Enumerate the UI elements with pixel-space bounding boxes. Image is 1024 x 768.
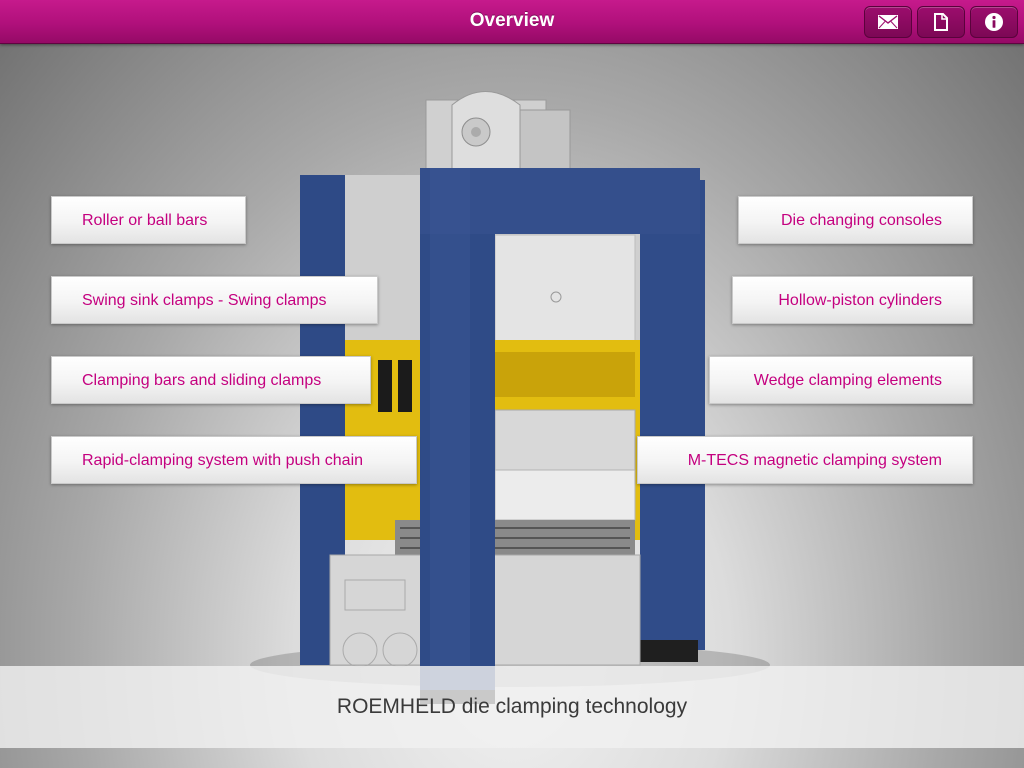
option-die-changing-consoles[interactable]: Die changing consoles (738, 196, 973, 244)
option-m-tecs-magnetic-clamping[interactable]: M-TECS magnetic clamping system (637, 436, 973, 484)
document-button[interactable] (917, 6, 965, 38)
info-icon (985, 13, 1003, 31)
option-hollow-piston-cylinders[interactable]: Hollow-piston cylinders (732, 276, 973, 324)
mail-button[interactable] (864, 6, 912, 38)
mail-icon (878, 15, 898, 29)
option-roller-or-ball-bars[interactable]: Roller or ball bars (51, 196, 246, 244)
option-swing-sink-clamps[interactable]: Swing sink clamps - Swing clamps (51, 276, 378, 324)
option-wedge-clamping-elements[interactable]: Wedge clamping elements (709, 356, 973, 404)
option-clamping-bars[interactable]: Clamping bars and sliding clamps (51, 356, 371, 404)
caption-text: ROEMHELD die clamping technology (336, 695, 688, 718)
document-icon (934, 13, 948, 31)
info-button[interactable] (970, 6, 1018, 38)
caption-bar: ROEMHELD die clamping technology (0, 666, 1024, 748)
top-navigation-bar: Overview (0, 0, 1024, 44)
option-rapid-clamping-system[interactable]: Rapid-clamping system with push chain (51, 436, 417, 484)
app-screen: Overview Roller or ball bars Swing sink … (0, 0, 1024, 768)
